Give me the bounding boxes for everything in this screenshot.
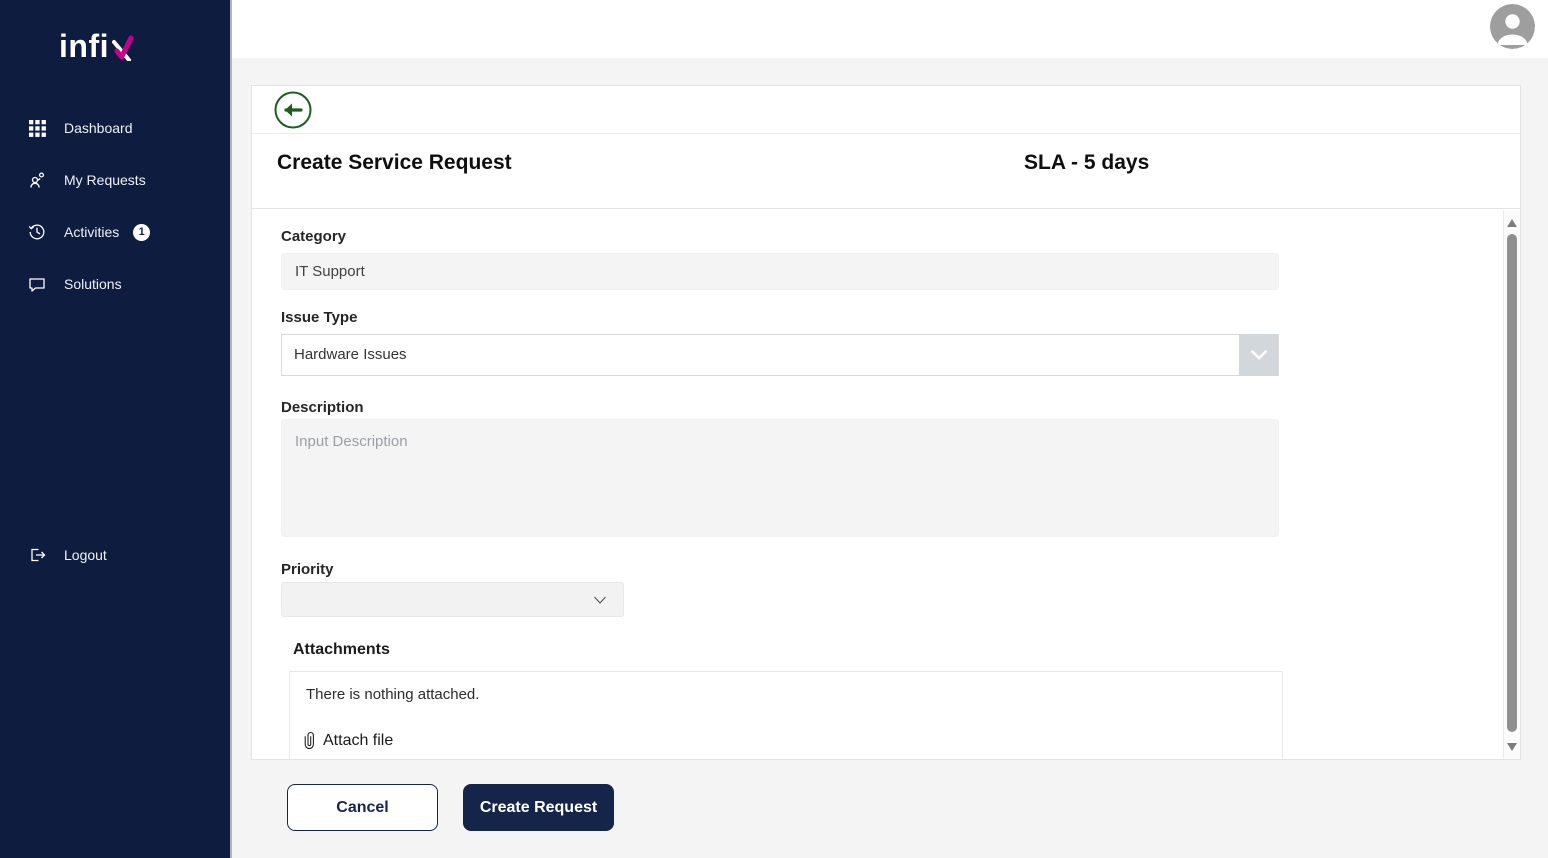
description-label: Description: [281, 399, 364, 416]
paperclip-icon: [303, 731, 316, 750]
sidebar-item-solutions[interactable]: Solutions: [0, 258, 230, 310]
sidebar-item-label: My Requests: [64, 172, 146, 188]
chevron-down-icon: [592, 593, 608, 612]
sidebar-item-label: Activities: [64, 224, 119, 240]
avatar[interactable]: [1490, 4, 1535, 49]
back-arrow-icon: [273, 90, 313, 130]
sidebar-nav: Dashboard My Requests Act: [0, 102, 230, 310]
attach-file-button[interactable]: Attach file: [303, 731, 393, 750]
sidebar-item-label: Dashboard: [64, 120, 133, 136]
logout-icon: [28, 546, 46, 564]
cancel-button[interactable]: Cancel: [287, 784, 438, 831]
logo-text: infi: [59, 30, 109, 62]
sidebar-item-my-requests[interactable]: My Requests: [0, 154, 230, 206]
issue-type-value: Hardware Issues: [282, 335, 1278, 375]
sidebar-item-dashboard[interactable]: Dashboard: [0, 102, 230, 154]
app-logo: infi: [59, 30, 134, 62]
sidebar-item-label: Solutions: [64, 276, 122, 292]
page-title: Create Service Request: [277, 151, 512, 175]
sidebar-item-activities[interactable]: Activities 1: [0, 206, 230, 258]
chevron-down-icon: [1248, 344, 1270, 366]
issue-type-dropdown-button[interactable]: [1239, 334, 1278, 376]
user-avatar-icon: [1490, 4, 1535, 49]
priority-label: Priority: [281, 561, 334, 578]
priority-select[interactable]: [281, 582, 624, 617]
description-textarea[interactable]: [281, 419, 1279, 537]
category-label: Category: [281, 228, 346, 245]
logo-x-check-icon: [110, 35, 134, 61]
card-backbar: [252, 86, 1520, 134]
chat-icon: [28, 275, 46, 293]
create-request-card: Create Service Request SLA - 5 days Cate…: [251, 85, 1521, 760]
form-scrollbar[interactable]: [1503, 210, 1520, 759]
form-scroll-area: Category Issue Type Hardware Issues Desc…: [252, 210, 1520, 759]
logout-label: Logout: [64, 547, 107, 563]
sidebar: infi Dashboard: [0, 0, 232, 858]
scrollbar-down-arrow-icon[interactable]: [1507, 743, 1517, 751]
logout-button[interactable]: Logout: [0, 529, 230, 581]
create-request-button[interactable]: Create Request: [463, 784, 614, 831]
issue-type-label: Issue Type: [281, 309, 357, 326]
topbar: [230, 0, 1548, 58]
attachments-label: Attachments: [293, 641, 390, 659]
card-titlebar: Create Service Request SLA - 5 days: [252, 134, 1520, 209]
history-icon: [28, 223, 46, 241]
sla-badge: SLA - 5 days: [1024, 151, 1149, 175]
issue-type-select[interactable]: Hardware Issues: [281, 334, 1279, 376]
scrollbar-thumb[interactable]: [1507, 234, 1517, 732]
category-input[interactable]: [281, 253, 1279, 290]
attachments-box: There is nothing attached. Attach file: [289, 671, 1283, 759]
scrollbar-up-arrow-icon[interactable]: [1507, 219, 1517, 227]
attach-file-label: Attach file: [323, 732, 393, 750]
grid-icon: [28, 119, 46, 137]
attachments-empty-text: There is nothing attached.: [306, 686, 479, 703]
people-icon: [28, 171, 46, 189]
back-button[interactable]: [273, 90, 313, 130]
activities-badge: 1: [133, 224, 150, 241]
